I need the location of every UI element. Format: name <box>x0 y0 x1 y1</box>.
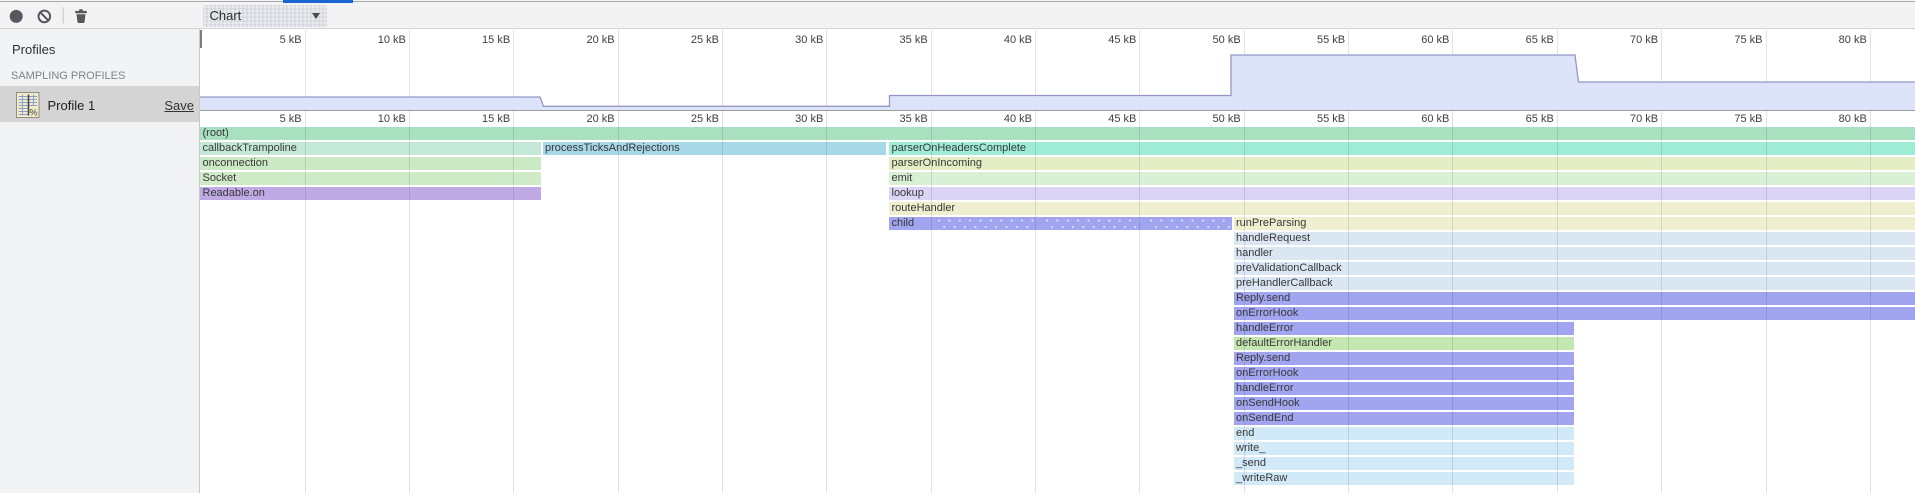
svg-text:%: % <box>30 108 38 118</box>
